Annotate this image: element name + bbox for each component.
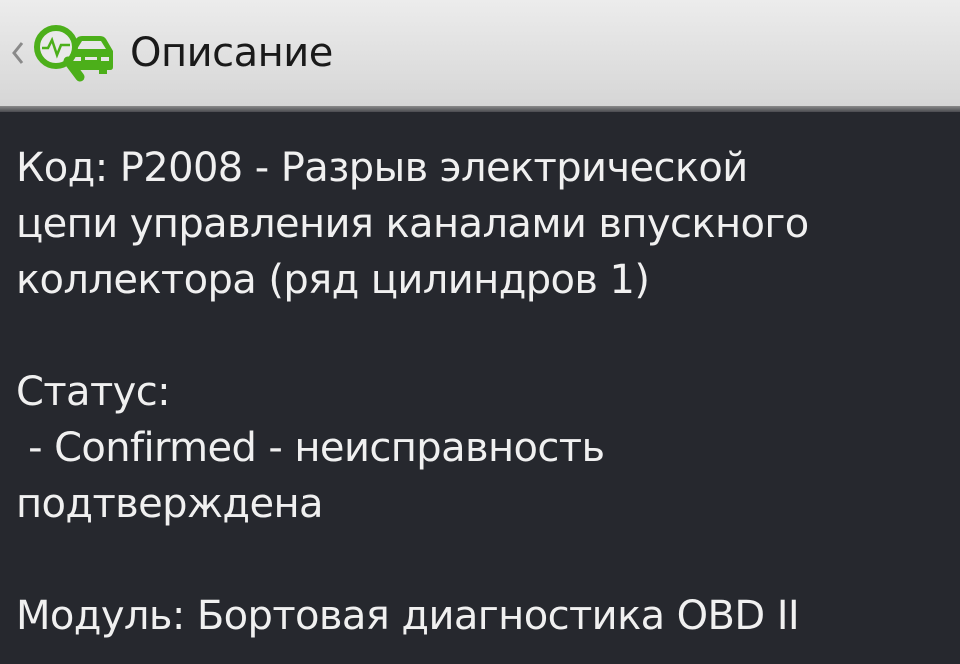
status-text-line: - Confirmed - неисправность [16,425,605,471]
car-diagnostic-search-icon [28,21,120,85]
dtc-description: Код: P2008 - Разрыв электрической цепи у… [16,140,946,644]
action-bar-divider [0,106,960,112]
module-text: Модуль: Бортовая диагностика OBD II [16,593,800,639]
status-label: Статус: [16,369,171,415]
code-text-line: цепи управления каналами впускного [16,201,809,247]
code-text-line: Код: P2008 - Разрыв электрической [16,145,748,191]
status-text-line: подтверждена [16,481,324,527]
code-text-line: коллектора (ряд цилиндров 1) [16,257,650,303]
back-button[interactable] [10,13,120,93]
chevron-left-icon [10,33,26,73]
app-screen: Описание Код: P2008 - Разрыв электрическ… [0,0,960,664]
action-bar: Описание [0,0,960,106]
page-title: Описание [130,30,333,76]
